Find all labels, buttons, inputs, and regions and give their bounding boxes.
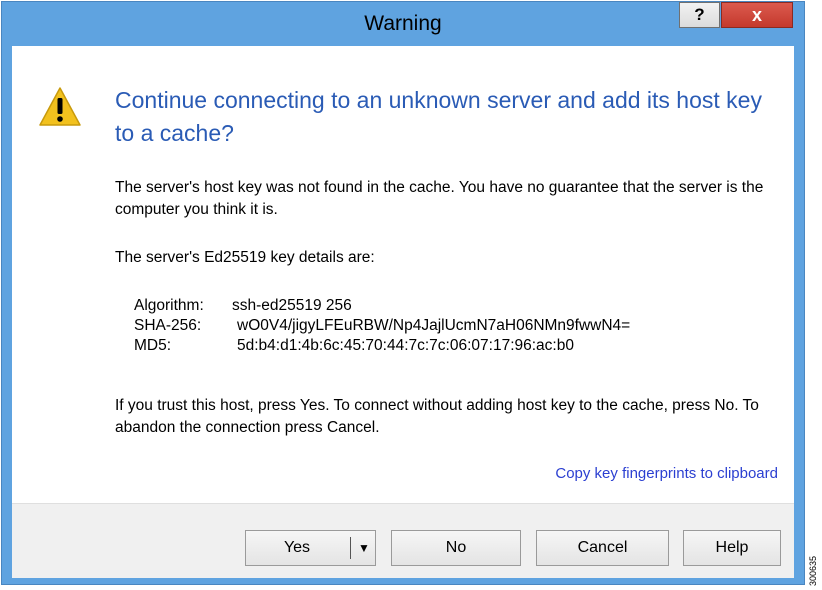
key-detail-md5: MD5: 5d:b4:d1:4b:6c:45:70:44:7c:7c:06:07… (134, 336, 574, 356)
key-detail-value: wO0V4/jigyLFEuRBW/Np4JajlUcmN7aH06NMn9fw… (237, 317, 631, 334)
dropdown-arrow-icon[interactable]: ▼ (356, 531, 372, 565)
title-bar[interactable]: Warning ? x (2, 2, 804, 46)
key-detail-label: SHA-256: (134, 317, 202, 334)
dialog-window: Warning ? x Continue connecting to an un… (1, 1, 805, 585)
help-button[interactable]: Help (683, 530, 781, 566)
key-detail-sha256: SHA-256: wO0V4/jigyLFEuRBW/Np4JajlUcmN7a… (134, 316, 630, 336)
key-detail-label: MD5: (134, 337, 172, 354)
key-detail-value: ssh-ed25519 256 (232, 297, 352, 314)
key-detail-value: 5d:b4:d1:4b:6c:45:70:44:7c:7c:06:07:17:9… (237, 337, 574, 354)
no-button[interactable]: No (391, 530, 521, 566)
warning-icon (39, 87, 81, 126)
key-detail-algorithm: Algorithm: ssh-ed25519 256 (134, 296, 352, 316)
title-help-button[interactable]: ? (679, 2, 720, 28)
yes-split-button[interactable]: Yes ▼ (245, 530, 376, 566)
cancel-button[interactable]: Cancel (536, 530, 669, 566)
yes-button-label: Yes (283, 539, 311, 556)
key-detail-label: Algorithm: (134, 297, 204, 314)
instructions-text: If you trust this host, press Yes. To co… (115, 397, 759, 436)
split-divider (350, 537, 351, 559)
cache-warning-text: The server's host key was not found in t… (115, 179, 764, 218)
figure-id-label: 300635 (808, 540, 820, 588)
copy-fingerprints-link[interactable]: Copy key fingerprints to clipboard (555, 465, 778, 482)
button-bar: Yes ▼ No Cancel Help (12, 503, 794, 578)
dialog-content: Continue connecting to an unknown server… (12, 46, 794, 578)
dialog-heading: Continue connecting to an unknown server… (115, 87, 762, 146)
title-close-button[interactable]: x (721, 2, 793, 28)
key-details-intro: The server's Ed25519 key details are: (115, 249, 375, 266)
figure-id-text: 300635 (808, 555, 818, 586)
